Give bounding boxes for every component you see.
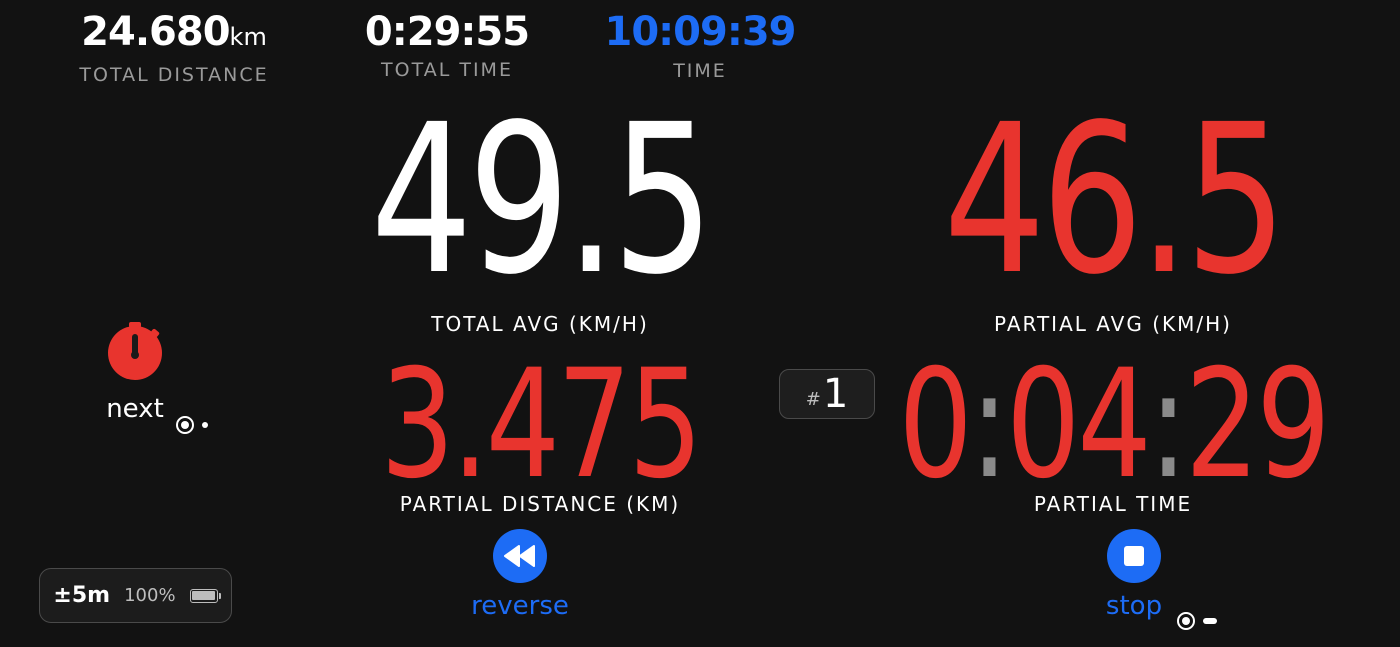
next-label[interactable]: next [106, 395, 164, 423]
lap-hash: # [805, 388, 821, 410]
total-avg-label: TOTAL AVG (KM/H) [431, 312, 649, 336]
total-distance-unit: km [229, 23, 267, 51]
dash-indicator-icon [1203, 618, 1217, 624]
total-distance-label: TOTAL DISTANCE [79, 64, 269, 86]
partial-time-separator: : [969, 338, 1009, 512]
partial-distance-label: PARTIAL DISTANCE (KM) [399, 492, 681, 516]
reverse-label[interactable]: reverse [471, 592, 569, 620]
next-button[interactable] [107, 320, 163, 380]
stop-label[interactable]: stop [1106, 592, 1162, 620]
lap-number: 1 [822, 371, 849, 417]
partial-time-seconds: 29 [1184, 338, 1331, 512]
clock-block: 10:09:39 TIME [604, 9, 797, 82]
dot-indicator-icon [202, 422, 208, 428]
total-distance-number: 24.680 [81, 9, 230, 55]
partial-distance-value: 3.475 [380, 338, 702, 512]
partial-time-separator: : [1148, 338, 1188, 512]
battery-percent: 100% [124, 585, 176, 606]
partial-avg-label: PARTIAL AVG (KM/H) [994, 312, 1232, 336]
stop-toggle-indicator[interactable] [1177, 612, 1217, 630]
clock-label: TIME [673, 60, 727, 82]
battery-fill [192, 591, 216, 600]
total-time-block: 0:29:55 TOTAL TIME [364, 9, 530, 81]
battery-icon [189, 588, 221, 603]
total-time-label: TOTAL TIME [381, 59, 513, 81]
partial-avg-value: 46.5 [943, 80, 1287, 320]
partial-time-minutes: 04 [1006, 338, 1152, 512]
total-distance-value: 24.680km [79, 12, 268, 57]
partial-time-label: PARTIAL TIME [1033, 492, 1193, 516]
stopwatch-icon [108, 322, 162, 380]
stop-icon [1124, 546, 1144, 566]
total-avg-value: 49.5 [370, 80, 714, 320]
ring-indicator-icon [176, 416, 194, 434]
stop-button[interactable] [1107, 529, 1161, 583]
status-pill: ±5m 100% [39, 568, 232, 623]
gps-accuracy: ±5m [53, 583, 111, 608]
partial-time-hours: 0 [898, 338, 972, 512]
lap-badge[interactable]: # 1 [779, 369, 875, 419]
reverse-button[interactable] [493, 529, 547, 583]
rewind-icon [504, 545, 535, 567]
total-time-value: 0:29:55 [364, 9, 530, 55]
clock-value: 10:09:39 [604, 9, 797, 55]
next-toggle-indicator[interactable] [176, 416, 208, 434]
ring-indicator-icon [1177, 612, 1195, 630]
total-distance-block: 24.680km TOTAL DISTANCE [79, 12, 268, 85]
partial-time-value: 0:04:29 [898, 350, 1330, 500]
